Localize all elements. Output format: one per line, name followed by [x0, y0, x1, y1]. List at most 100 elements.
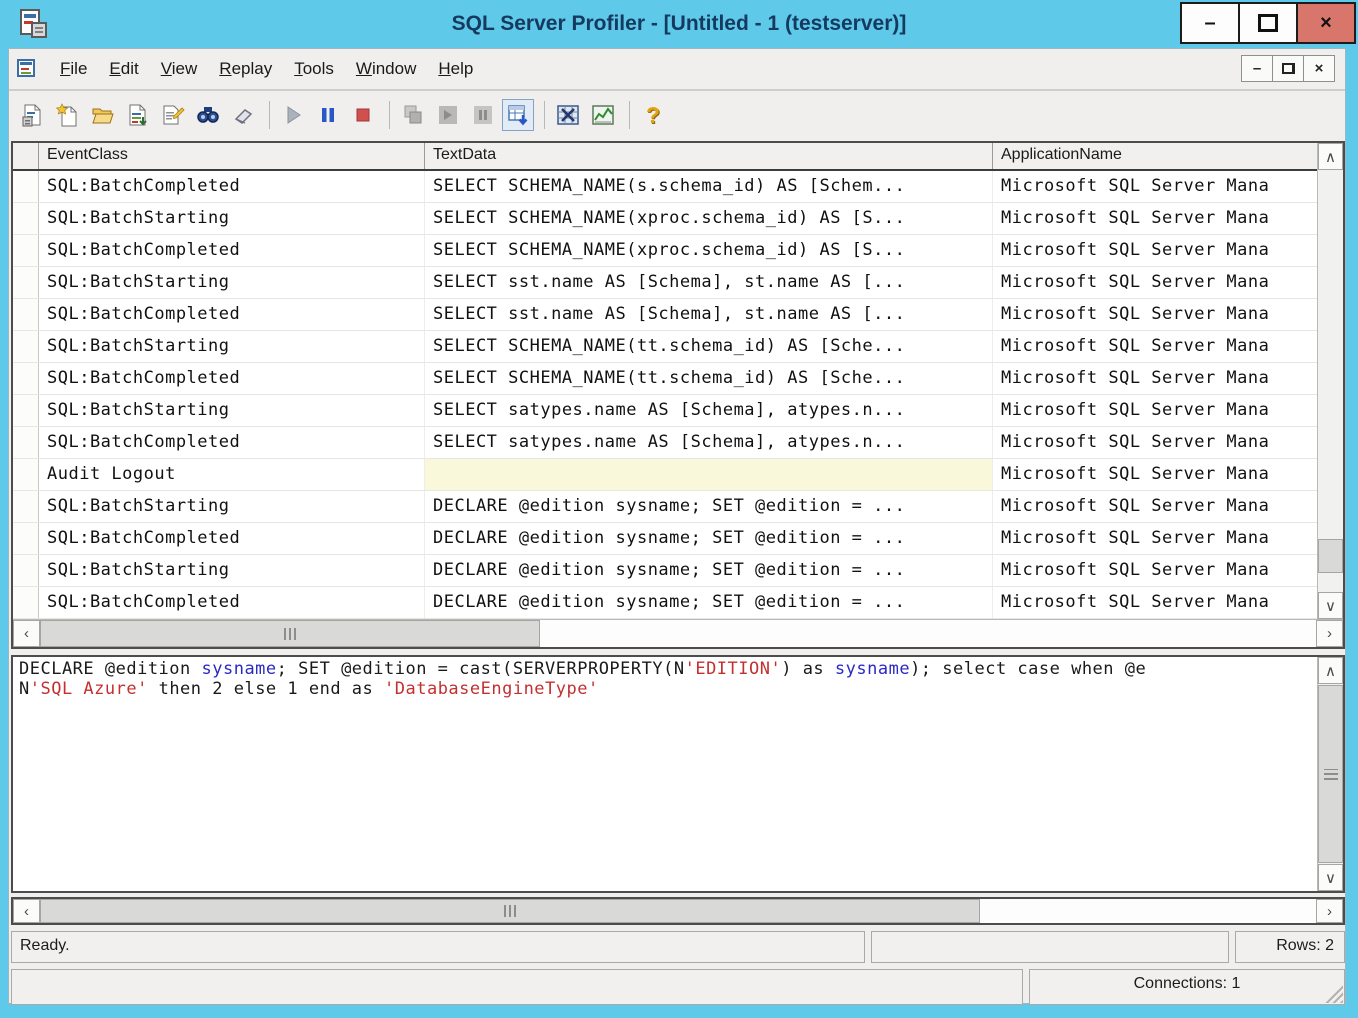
column-header-eventclass[interactable]: EventClass	[39, 143, 425, 169]
cell-app: Microsoft SQL Server Mana	[993, 299, 1317, 330]
detail-horizontal-scrollbar[interactable]: ‹ ›	[11, 897, 1345, 925]
detail-vscroll-thumb[interactable]	[1318, 685, 1343, 863]
clear-trace-window-button[interactable]	[227, 99, 259, 131]
performance-counters-icon	[591, 103, 615, 127]
help-button[interactable]: ?	[637, 99, 669, 131]
table-row[interactable]: SQL:BatchStartingDECLARE @edition sysnam…	[13, 555, 1317, 587]
table-row[interactable]: SQL:BatchCompletedSELECT sst.name AS [Sc…	[13, 299, 1317, 331]
title-bar: SQL Server Profiler - [Untitled - 1 (tes…	[0, 0, 1358, 48]
table-row[interactable]: SQL:BatchCompletedDECLARE @edition sysna…	[13, 587, 1317, 619]
menu-window[interactable]: Window	[345, 55, 427, 82]
cell-event: SQL:BatchCompleted	[39, 587, 425, 618]
menu-edit[interactable]: Edit	[98, 55, 149, 82]
toggle-breakpoint-button[interactable]	[467, 99, 499, 131]
detail-pane: DECLARE @edition sysname; SET @edition =…	[11, 655, 1345, 893]
table-row[interactable]: SQL:BatchStartingSELECT SCHEMA_NAME(tt.s…	[13, 331, 1317, 363]
cell-event: SQL:BatchCompleted	[39, 171, 425, 202]
new-trace-button[interactable]	[52, 99, 84, 131]
child-minimize-icon: –	[1253, 60, 1261, 77]
table-row[interactable]: SQL:BatchCompletedSELECT SCHEMA_NAME(xpr…	[13, 235, 1317, 267]
trace-properties-button[interactable]	[157, 99, 189, 131]
cell-text: SELECT SCHEMA_NAME(tt.schema_id) AS [Sch…	[425, 331, 993, 362]
maximize-button[interactable]	[1238, 2, 1298, 44]
minimize-button[interactable]: –	[1180, 2, 1240, 44]
cell-sel	[13, 299, 39, 330]
cell-event: SQL:BatchStarting	[39, 203, 425, 234]
status-message: Ready.	[11, 931, 865, 963]
table-row[interactable]: Audit LogoutMicrosoft SQL Server Mana	[13, 459, 1317, 491]
scroll-down-icon[interactable]: ∨	[1318, 592, 1343, 619]
grid-main: EventClass TextData ApplicationName SQL:…	[13, 143, 1317, 619]
execute-one-step-button[interactable]	[397, 99, 429, 131]
cell-sel	[13, 459, 39, 490]
child-close-button[interactable]: ×	[1303, 55, 1335, 82]
grid-hscroll-thumb[interactable]	[40, 620, 540, 647]
execute-one-step-icon	[401, 103, 425, 127]
auto-scroll-button[interactable]	[502, 99, 534, 131]
table-row[interactable]: SQL:BatchStartingSELECT sst.name AS [Sch…	[13, 267, 1317, 299]
scroll-right-icon[interactable]: ›	[1316, 620, 1343, 647]
sql-text[interactable]: DECLARE @edition sysname; SET @edition =…	[13, 657, 1315, 891]
grid-vscroll-thumb[interactable]	[1318, 539, 1343, 573]
child-minimize-button[interactable]: –	[1241, 55, 1273, 82]
menu-replay[interactable]: Replay	[208, 55, 283, 82]
connections-count: Connections: 1	[1029, 969, 1345, 1005]
sql-line: DECLARE @edition sysname; SET @edition =…	[19, 659, 1315, 679]
cell-event: SQL:BatchStarting	[39, 267, 425, 298]
table-row[interactable]: SQL:BatchCompletedDECLARE @edition sysna…	[13, 523, 1317, 555]
menu-tools[interactable]: Tools	[283, 55, 345, 82]
grid-horizontal-scrollbar[interactable]: ‹ ›	[13, 619, 1343, 647]
child-restore-button[interactable]	[1272, 55, 1304, 82]
extract-event-data-button[interactable]	[552, 99, 584, 131]
help-icon: ?	[646, 102, 660, 129]
scroll-down-icon[interactable]: ∨	[1318, 864, 1343, 891]
grid-corner-cell	[13, 143, 39, 169]
cell-app: Microsoft SQL Server Mana	[993, 267, 1317, 298]
table-row[interactable]: SQL:BatchCompletedSELECT SCHEMA_NAME(tt.…	[13, 363, 1317, 395]
close-icon: ×	[1320, 12, 1332, 35]
menu-view[interactable]: View	[150, 55, 209, 82]
table-row[interactable]: SQL:BatchCompletedSELECT satypes.name AS…	[13, 427, 1317, 459]
cell-app: Microsoft SQL Server Mana	[993, 235, 1317, 266]
toolbar-separator	[544, 101, 545, 129]
scroll-left-icon[interactable]: ‹	[13, 899, 40, 923]
pause-replay-icon	[317, 104, 339, 126]
cell-sel	[13, 267, 39, 298]
stop-replay-button[interactable]	[347, 99, 379, 131]
scroll-up-icon[interactable]: ∧	[1318, 143, 1343, 170]
open-trace-icon	[91, 103, 115, 127]
status-spacer-panel	[871, 931, 1229, 963]
column-header-textdata[interactable]: TextData	[425, 143, 993, 169]
scroll-left-icon[interactable]: ‹	[13, 620, 40, 647]
save-trace-button[interactable]	[122, 99, 154, 131]
detail-vertical-scrollbar[interactable]: ∧ ∨	[1317, 657, 1343, 891]
grid-vertical-scrollbar[interactable]: ∧ ∨	[1317, 143, 1343, 619]
open-trace-button[interactable]	[87, 99, 119, 131]
table-row[interactable]: SQL:BatchStartingDECLARE @edition sysnam…	[13, 491, 1317, 523]
rows-count: Rows: 2	[1235, 931, 1345, 963]
cell-event: SQL:BatchStarting	[39, 555, 425, 586]
scroll-right-icon[interactable]: ›	[1316, 899, 1343, 923]
scroll-up-icon[interactable]: ∧	[1318, 657, 1343, 684]
run-to-cursor-icon	[436, 103, 460, 127]
trace-definition-button[interactable]	[17, 99, 49, 131]
menu-file[interactable]: File	[49, 55, 98, 82]
find-button[interactable]	[192, 99, 224, 131]
maximize-icon	[1258, 14, 1278, 32]
grid-hscroll-track[interactable]	[540, 620, 1316, 647]
pause-replay-button[interactable]	[312, 99, 344, 131]
menu-help[interactable]: Help	[427, 55, 484, 82]
start-replay-button[interactable]	[277, 99, 309, 131]
close-button[interactable]: ×	[1296, 2, 1356, 44]
detail-hscroll-thumb[interactable]	[40, 899, 980, 923]
detail-hscroll-track[interactable]	[980, 899, 1316, 923]
table-row[interactable]: SQL:BatchStartingSELECT satypes.name AS …	[13, 395, 1317, 427]
column-header-applicationname[interactable]: ApplicationName	[993, 143, 1317, 169]
table-row[interactable]: SQL:BatchStartingSELECT SCHEMA_NAME(xpro…	[13, 203, 1317, 235]
run-to-cursor-button[interactable]	[432, 99, 464, 131]
resize-grip-icon[interactable]	[1325, 985, 1343, 1003]
cell-app: Microsoft SQL Server Mana	[993, 555, 1317, 586]
performance-counters-button[interactable]	[587, 99, 619, 131]
table-row[interactable]: SQL:BatchCompletedSELECT SCHEMA_NAME(s.s…	[13, 171, 1317, 203]
cell-sel	[13, 523, 39, 554]
